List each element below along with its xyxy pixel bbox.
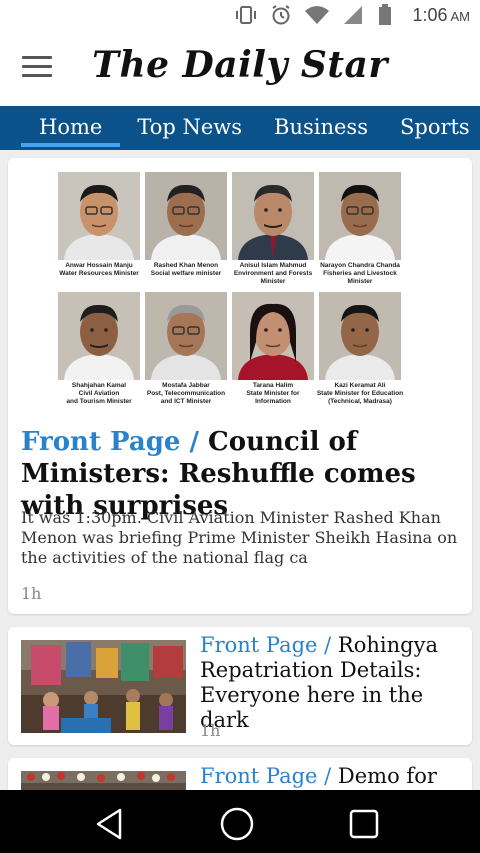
minister-portrait: Tarana Halim State Minister for Informat… [232,292,314,408]
minister-caption: Narayon Chandra Chanda Fisheries and Liv… [320,262,400,285]
minister-portrait: Kazi Keramat Ali State Minister for Educ… [317,292,403,408]
news-feed[interactable]: Anwar Hossain Manju Water Resources Mini… [0,150,480,790]
article-card[interactable]: Front Page / Demo for [8,758,472,790]
section-label[interactable]: Front Page / [200,633,331,657]
minister-caption: Tarana Halim State Minister for Informat… [246,382,300,405]
minister-portrait: Mostafa Jabbar Post, Telecommunication a… [145,292,227,408]
clock: 1:06 AM [412,5,470,26]
article-title[interactable]: Demo for [338,764,437,788]
clock-time: 1:06 [412,4,448,25]
article-headline[interactable]: Front Page / Rohingya Repatriation Detai… [200,633,470,733]
status-bar: 1:06 AM [0,0,480,34]
tab-top-news[interactable]: Top News [137,115,242,147]
article-headline[interactable]: Front Page / Demo for [200,764,470,789]
article-thumbnail[interactable] [21,771,186,790]
section-label[interactable]: Front Page / [200,764,331,788]
portrait-photo [232,292,314,380]
home-icon[interactable] [217,804,257,844]
app-bar: The Daily Star [0,34,480,106]
article-thumbnail[interactable] [21,640,186,733]
minister-caption: Kazi Keramat Ali State Minister for Educ… [316,382,404,405]
portrait-photo [58,172,140,260]
minister-portrait: Narayon Chandra Chanda Fisheries and Liv… [319,172,401,288]
clock-ampm: AM [450,8,471,24]
wifi-icon [304,5,330,25]
article-card[interactable]: Front Page / Rohingya Repatriation Detai… [8,627,472,745]
portrait-photo [145,292,227,380]
section-label[interactable]: Front Page / [21,427,199,457]
minister-caption: Anwar Hossain Manju Water Resources Mini… [59,262,139,277]
minister-portrait: Shahjahan Kamal Civil Aviation and Touri… [58,292,140,408]
featured-article-card[interactable]: Anwar Hossain Manju Water Resources Mini… [8,158,472,614]
minister-caption: Anisul Islam Mahmud Environment and Fore… [233,262,313,285]
tab-home[interactable]: Home [20,115,121,147]
battery-icon [378,4,392,26]
minister-caption: Rashed Khan Menon Social welfare ministe… [150,262,222,277]
portrait-photo [145,172,227,260]
vibrate-icon [234,5,258,25]
tab-bar: Home Top News Business Sports [0,106,480,150]
system-nav-bar [0,790,480,853]
recents-icon[interactable] [344,804,384,844]
featured-age: 1h [21,584,42,603]
minister-portrait: Rashed Khan Menon Social welfare ministe… [145,172,227,288]
article-age: 1h [200,721,221,740]
app-logo[interactable]: The Daily Star [0,44,480,86]
portrait-photo [232,172,314,260]
minister-portrait: Anwar Hossain Manju Water Resources Mini… [58,172,140,288]
cabinet-photo-collage: Anwar Hossain Manju Water Resources Mini… [58,172,408,412]
minister-caption: Shahjahan Kamal Civil Aviation and Touri… [66,382,132,405]
alarm-icon [270,4,292,26]
status-icons: 1:06 AM [234,4,470,26]
portrait-photo [319,292,401,380]
portrait-photo [319,172,401,260]
tab-sports[interactable]: Sports [400,115,470,147]
back-icon[interactable] [90,804,130,844]
minister-caption: Mostafa Jabbar Post, Telecommunication a… [146,382,226,405]
signal-icon [342,5,366,25]
minister-portrait: Anisul Islam Mahmud Environment and Fore… [232,172,314,288]
featured-excerpt: It was 1:30pm. Civil Aviation Minister R… [21,508,458,567]
portrait-photo [58,292,140,380]
tab-business[interactable]: Business [274,115,368,147]
